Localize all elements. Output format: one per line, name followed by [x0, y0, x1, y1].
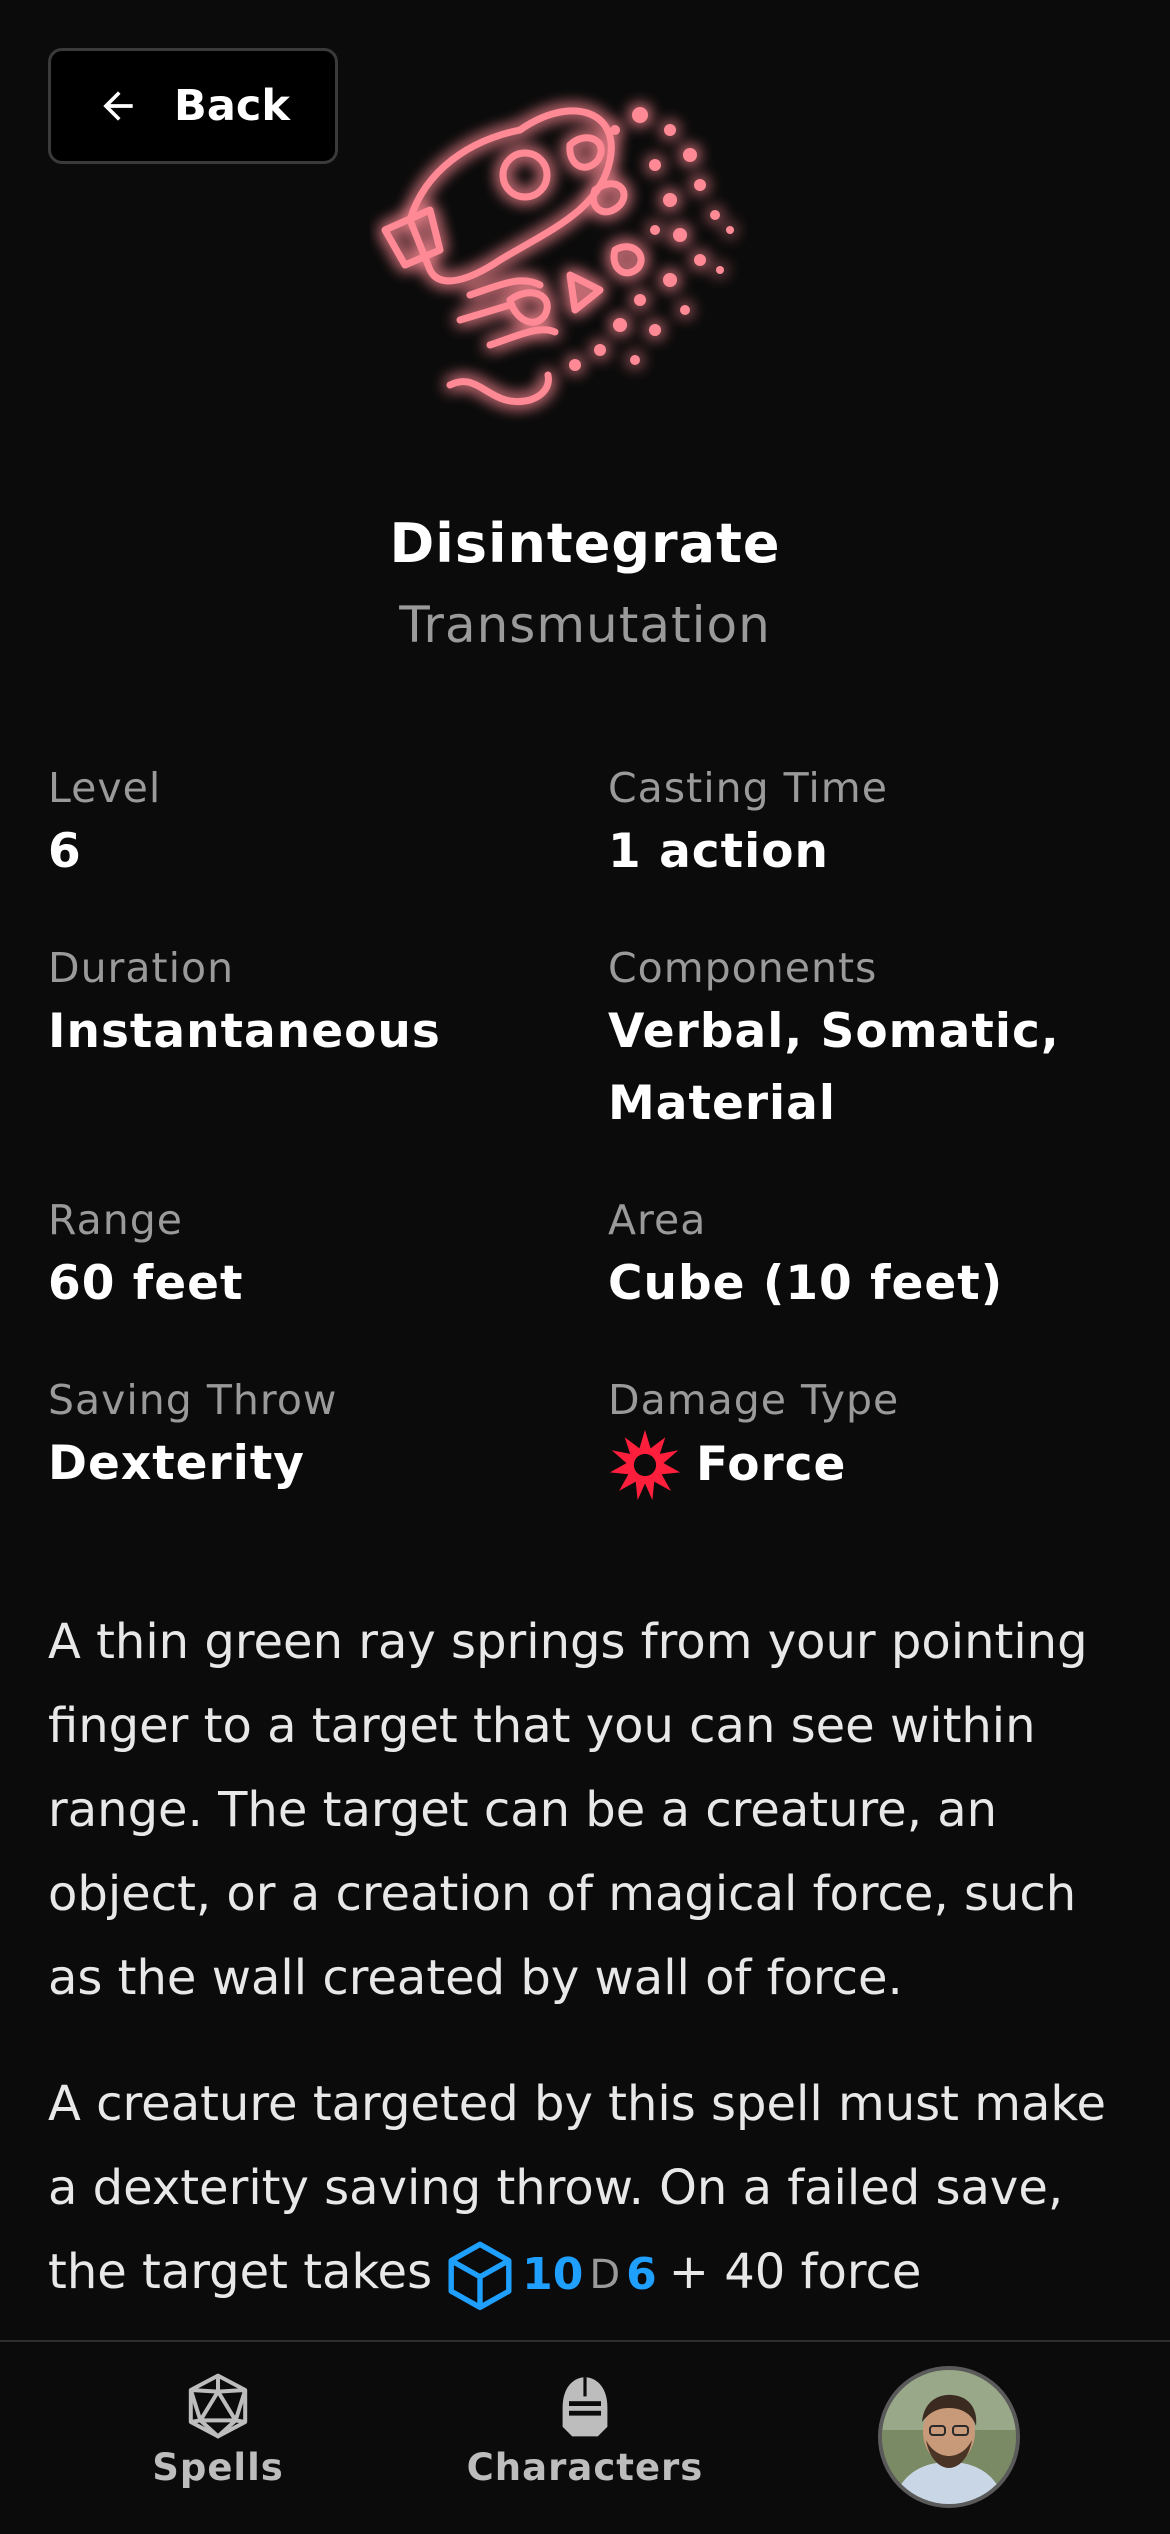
- back-button[interactable]: Back: [48, 48, 338, 164]
- damage-type-label: Force: [696, 1437, 847, 1492]
- stat-value: Instantaneous: [48, 1004, 441, 1059]
- dice-d: D: [589, 2252, 621, 2298]
- avatar-image: [882, 2370, 1016, 2504]
- spell-description: A thin green ray springs from your point…: [48, 1600, 1128, 2317]
- stat-value: 60 feet: [48, 1256, 244, 1311]
- dice-count: 10: [522, 2249, 584, 2300]
- nav-characters[interactable]: Characters: [435, 2372, 735, 2489]
- nav-characters-label: Characters: [466, 2446, 704, 2489]
- stat-value: Dexterity: [48, 1436, 305, 1491]
- stat-value: 1 action: [608, 824, 829, 879]
- damage-dice-roll[interactable]: 10 D 6: [444, 2233, 657, 2317]
- profile-avatar[interactable]: [878, 2366, 1020, 2508]
- stat-saving-throw: Saving Throw Dexterity: [48, 1372, 568, 1500]
- damage-type-value: Force: [608, 1428, 1128, 1502]
- dice-cube-icon: [448, 2241, 512, 2311]
- stat-level: Level 6: [48, 760, 568, 888]
- description-paragraph: A thin green ray springs from your point…: [48, 1614, 1088, 2006]
- stat-label: Level: [48, 764, 162, 812]
- stat-value: Verbal, Somatic, Material: [608, 1004, 1060, 1131]
- stat-damage-type: Damage Type Force: [608, 1372, 1128, 1502]
- stat-duration: Duration Instantaneous: [48, 940, 568, 1068]
- arrow-left-icon: [103, 91, 133, 121]
- knight-helmet-icon: [562, 2377, 608, 2437]
- stat-label: Damage Type: [608, 1376, 900, 1424]
- stat-area: Area Cube (10 feet): [608, 1192, 1128, 1320]
- spell-title: Disintegrate: [389, 512, 781, 575]
- nav-spells-label: Spells: [152, 2446, 284, 2489]
- dice-sides: 6: [626, 2249, 657, 2300]
- nav-spells[interactable]: Spells: [68, 2372, 368, 2489]
- bottom-nav: Spells Characters: [0, 2340, 1170, 2534]
- back-label: Back: [174, 81, 290, 131]
- d20-icon: [188, 2373, 248, 2439]
- description-text: + 40 force: [668, 2244, 922, 2300]
- spell-glyph-icon: [381, 107, 734, 406]
- stat-label: Range: [48, 1196, 183, 1244]
- stat-casting-time: Casting Time 1 action: [608, 760, 1128, 888]
- stat-label: Duration: [48, 944, 235, 992]
- stat-value: 6: [48, 824, 82, 879]
- stat-label: Area: [608, 1196, 707, 1244]
- force-burst-icon: [609, 1429, 681, 1501]
- stat-range: Range 60 feet: [48, 1192, 568, 1320]
- stat-label: Casting Time: [608, 764, 888, 812]
- description-paragraph: A creature targeted by this spell must m…: [48, 2062, 1128, 2317]
- stat-value: Cube (10 feet): [608, 1256, 1004, 1311]
- stat-label: Saving Throw: [48, 1376, 338, 1424]
- stat-label: Components: [608, 944, 878, 992]
- stat-components: Components Verbal, Somatic, Material: [608, 940, 1128, 1140]
- spell-school: Transmutation: [399, 596, 771, 654]
